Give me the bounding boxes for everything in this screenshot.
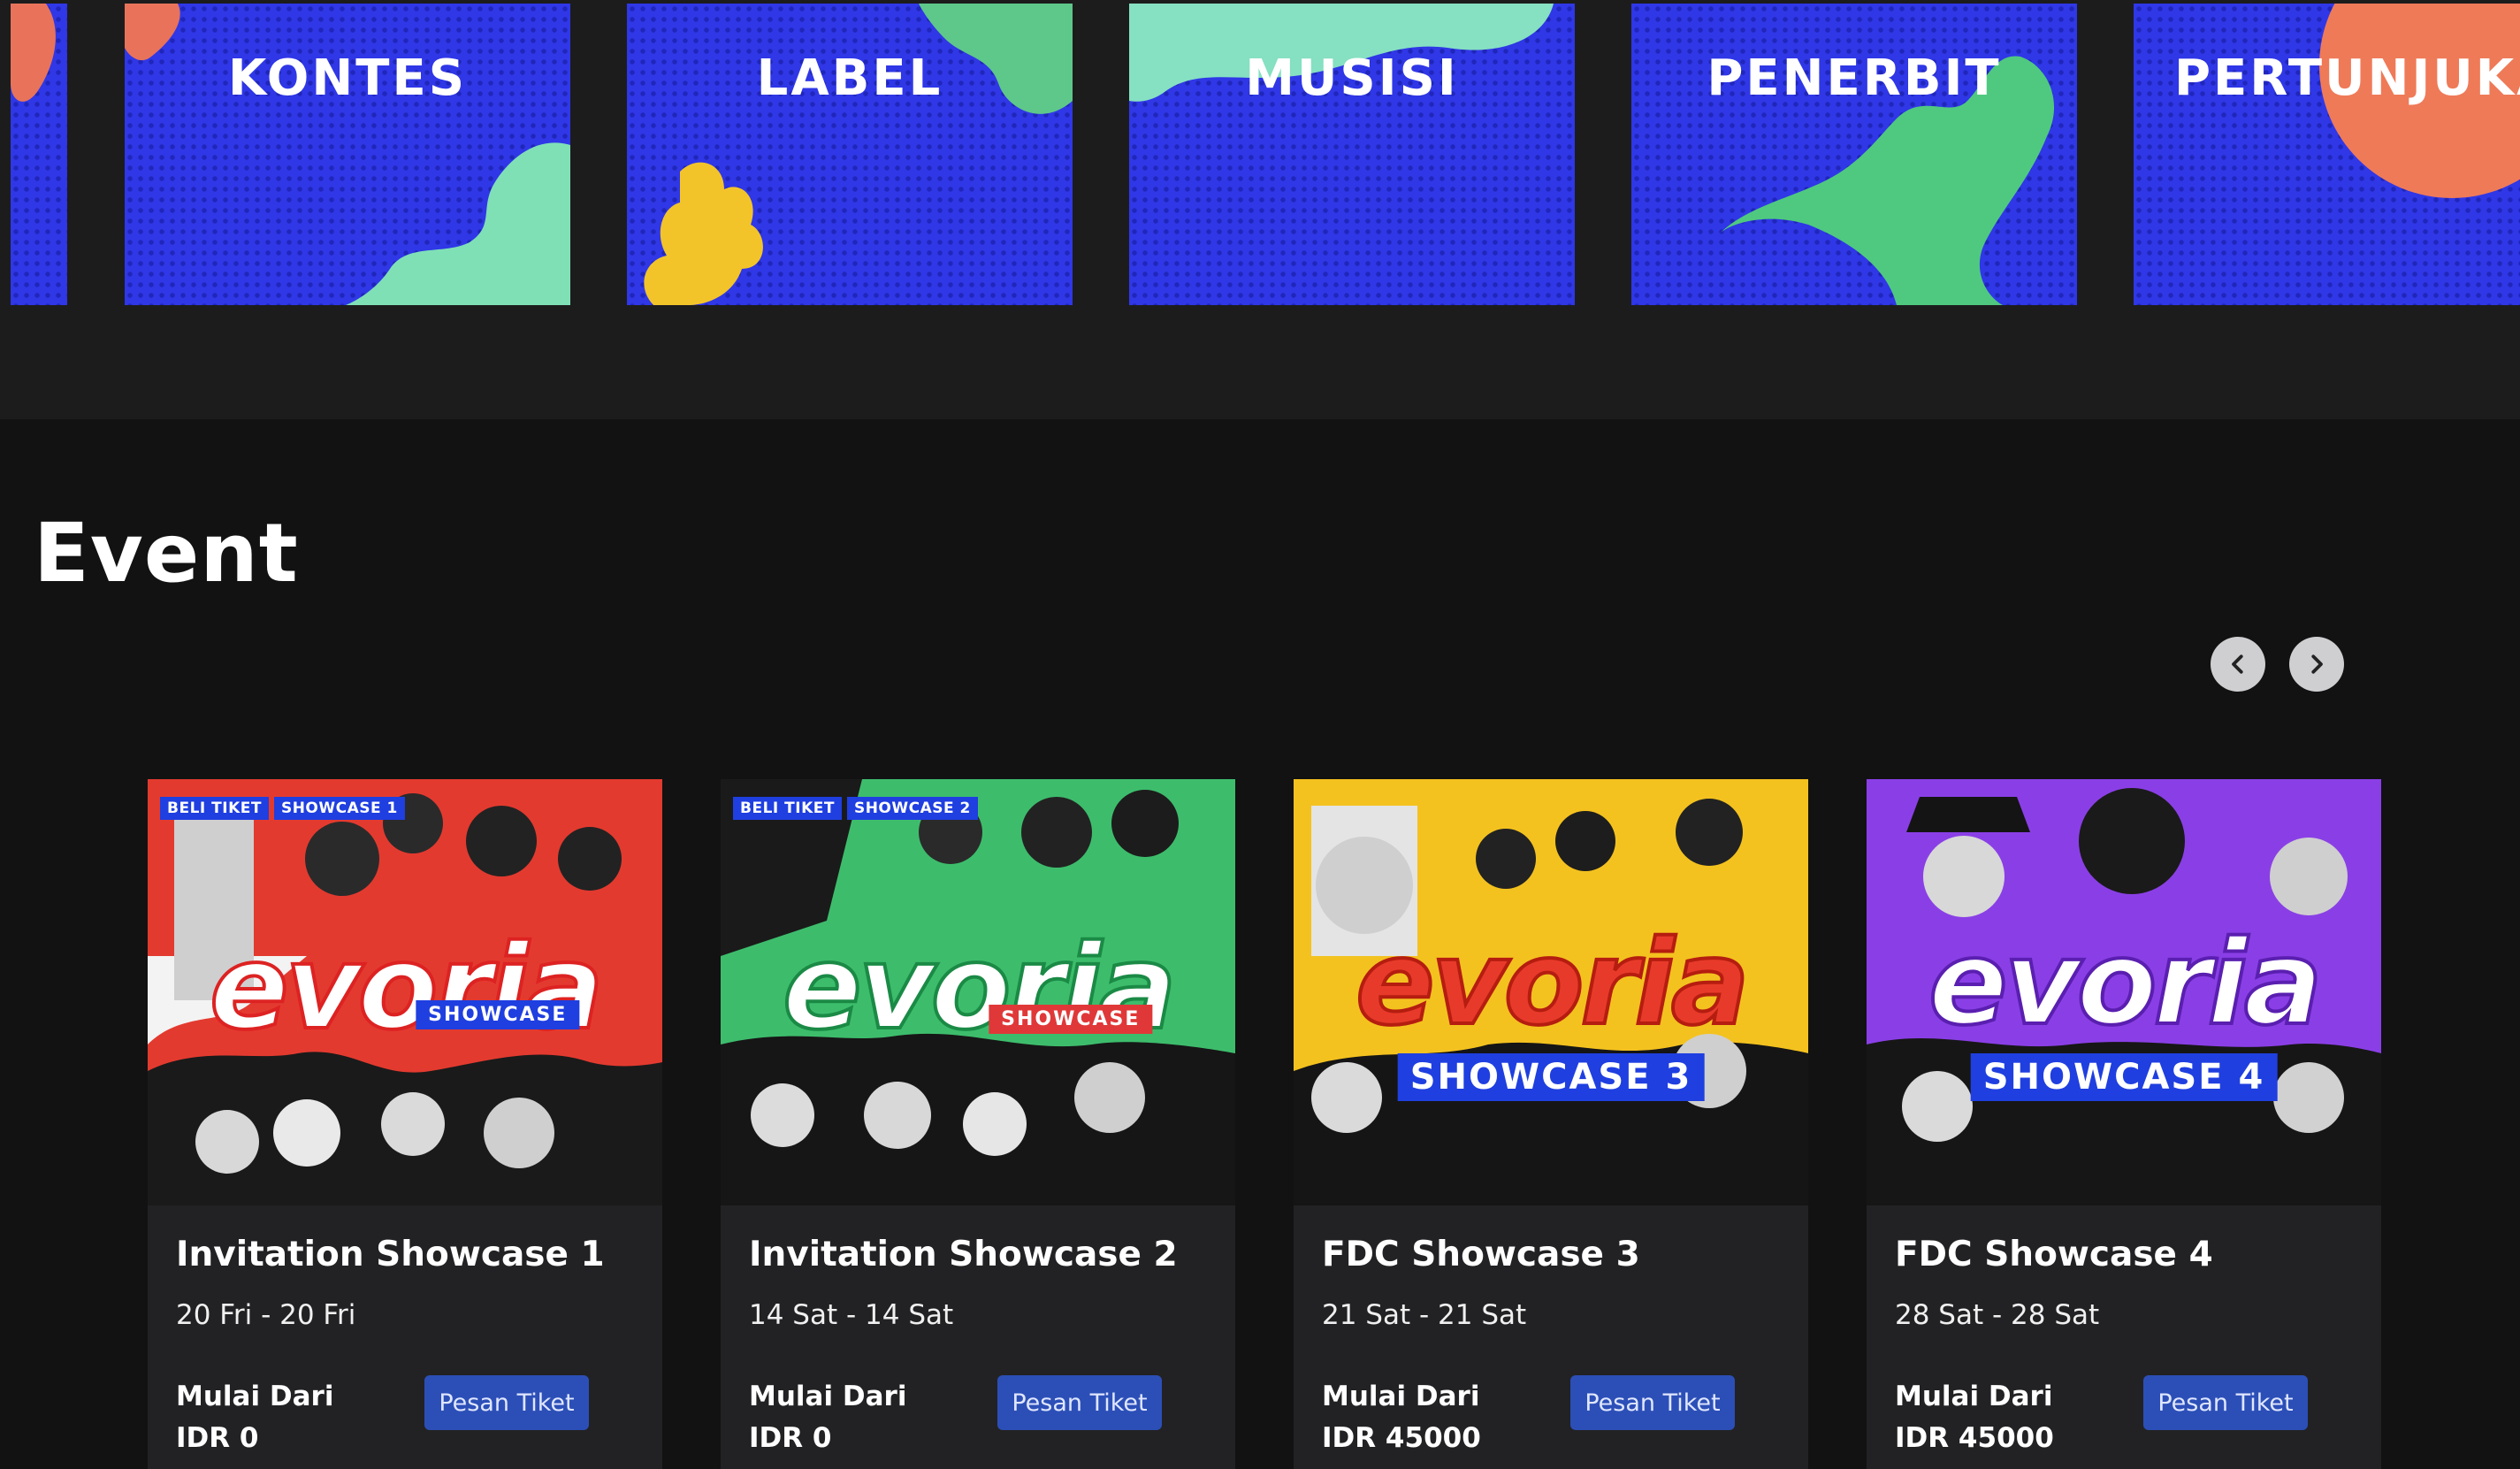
price-value: IDR 0 bbox=[749, 1422, 832, 1454]
poster-logo: evoria bbox=[781, 920, 1179, 1056]
poster-tag: SHOWCASE 3 bbox=[1397, 1053, 1705, 1101]
price-value: IDR 45000 bbox=[1322, 1422, 1481, 1454]
price-value: IDR 45000 bbox=[1895, 1422, 2054, 1454]
category-card-pertunjukan[interactable]: PERTUNJUKAN bbox=[2134, 4, 2520, 305]
event-info: Invitation Showcase 2 14 Sat - 14 Sat bbox=[749, 1235, 1214, 1332]
event-info: FDC Showcase 4 28 Sat - 28 Sat bbox=[1895, 1235, 2360, 1332]
poster-chips: BELI TIKET SHOWCASE 2 bbox=[733, 797, 978, 820]
category-decoration bbox=[11, 4, 56, 102]
buy-ticket-button[interactable]: Pesan Tiket bbox=[424, 1375, 589, 1430]
price-label: Mulai Dari bbox=[749, 1381, 907, 1412]
event-card[interactable]: evoria SHOWCASE 4 FDC Showcase 4 28 Sat … bbox=[1867, 779, 2381, 1469]
poster-chips: BELI TIKET SHOWCASE 1 bbox=[160, 797, 405, 820]
category-label: LABEL bbox=[756, 50, 943, 107]
carousel-next-button[interactable] bbox=[2289, 637, 2344, 692]
poster-tag: SHOWCASE bbox=[416, 1000, 580, 1029]
poster-logo: evoria bbox=[1927, 915, 2325, 1052]
chevron-left-icon bbox=[2232, 654, 2243, 674]
price-label: Mulai Dari bbox=[176, 1381, 334, 1412]
event-date: 20 Fri - 20 Fri bbox=[176, 1298, 356, 1331]
price-value: IDR 0 bbox=[176, 1422, 259, 1454]
poster-chip: SHOWCASE 2 bbox=[846, 797, 978, 820]
event-card[interactable]: evoria SHOWCASE 3 FDC Showcase 3 21 Sat … bbox=[1294, 779, 1808, 1469]
event-card[interactable]: BELI TIKET SHOWCASE 2 evoria SHOWCASE In… bbox=[721, 779, 1235, 1469]
category-label: PERTUNJUKAN bbox=[2174, 50, 2520, 107]
section-title: Event bbox=[34, 506, 299, 601]
event-poster[interactable]: evoria SHOWCASE 4 bbox=[1867, 779, 2381, 1205]
event-info: Invitation Showcase 1 20 Fri - 20 Fri bbox=[176, 1235, 641, 1332]
carousel-prev-button[interactable] bbox=[2211, 637, 2265, 692]
category-card-musisi[interactable]: MUSISI bbox=[1129, 4, 1575, 305]
event-card[interactable]: BELI TIKET SHOWCASE 1 evoria SHOWCASE In… bbox=[148, 779, 662, 1469]
event-date: 21 Sat - 21 Sat bbox=[1322, 1298, 1527, 1331]
category-card-label[interactable]: LABEL bbox=[627, 4, 1073, 305]
poster-chip: SHOWCASE 1 bbox=[273, 797, 405, 820]
event-date: 28 Sat - 28 Sat bbox=[1895, 1298, 2100, 1331]
event-title[interactable]: FDC Showcase 3 bbox=[1322, 1235, 1787, 1276]
poster-chip: BELI TIKET bbox=[733, 797, 842, 820]
poster-tag: SHOWCASE 4 bbox=[1970, 1053, 2278, 1101]
category-card-partial[interactable] bbox=[11, 4, 67, 305]
event-title[interactable]: Invitation Showcase 1 bbox=[176, 1235, 641, 1276]
category-card-kontes[interactable]: KONTES bbox=[125, 4, 570, 305]
chevron-right-icon bbox=[2311, 654, 2323, 674]
category-label: KONTES bbox=[227, 50, 468, 107]
buy-ticket-button[interactable]: Pesan Tiket bbox=[1570, 1375, 1735, 1430]
event-poster[interactable]: evoria SHOWCASE 3 bbox=[1294, 779, 1808, 1205]
price-label: Mulai Dari bbox=[1895, 1381, 2053, 1412]
category-strip: KONTES LABEL MUSISI PENERBIT PERTUNJUKAN bbox=[0, 0, 2520, 419]
event-poster[interactable]: BELI TIKET SHOWCASE 2 evoria SHOWCASE bbox=[721, 779, 1235, 1205]
buy-ticket-button[interactable]: Pesan Tiket bbox=[2143, 1375, 2308, 1430]
event-info: FDC Showcase 3 21 Sat - 21 Sat bbox=[1322, 1235, 1787, 1332]
poster-chip: BELI TIKET bbox=[160, 797, 269, 820]
event-title[interactable]: FDC Showcase 4 bbox=[1895, 1235, 2360, 1276]
category-label: PENERBIT bbox=[1707, 50, 2002, 107]
poster-logo: evoria bbox=[208, 920, 606, 1056]
event-poster[interactable]: BELI TIKET SHOWCASE 1 evoria SHOWCASE bbox=[148, 779, 662, 1205]
category-card-penerbit[interactable]: PENERBIT bbox=[1631, 4, 2077, 305]
buy-ticket-button[interactable]: Pesan Tiket bbox=[997, 1375, 1162, 1430]
event-title[interactable]: Invitation Showcase 2 bbox=[749, 1235, 1214, 1276]
poster-tag: SHOWCASE bbox=[989, 1005, 1153, 1034]
price-label: Mulai Dari bbox=[1322, 1381, 1480, 1412]
category-label: MUSISI bbox=[1245, 50, 1459, 107]
event-date: 14 Sat - 14 Sat bbox=[749, 1298, 954, 1331]
poster-logo: evoria bbox=[1354, 915, 1752, 1052]
